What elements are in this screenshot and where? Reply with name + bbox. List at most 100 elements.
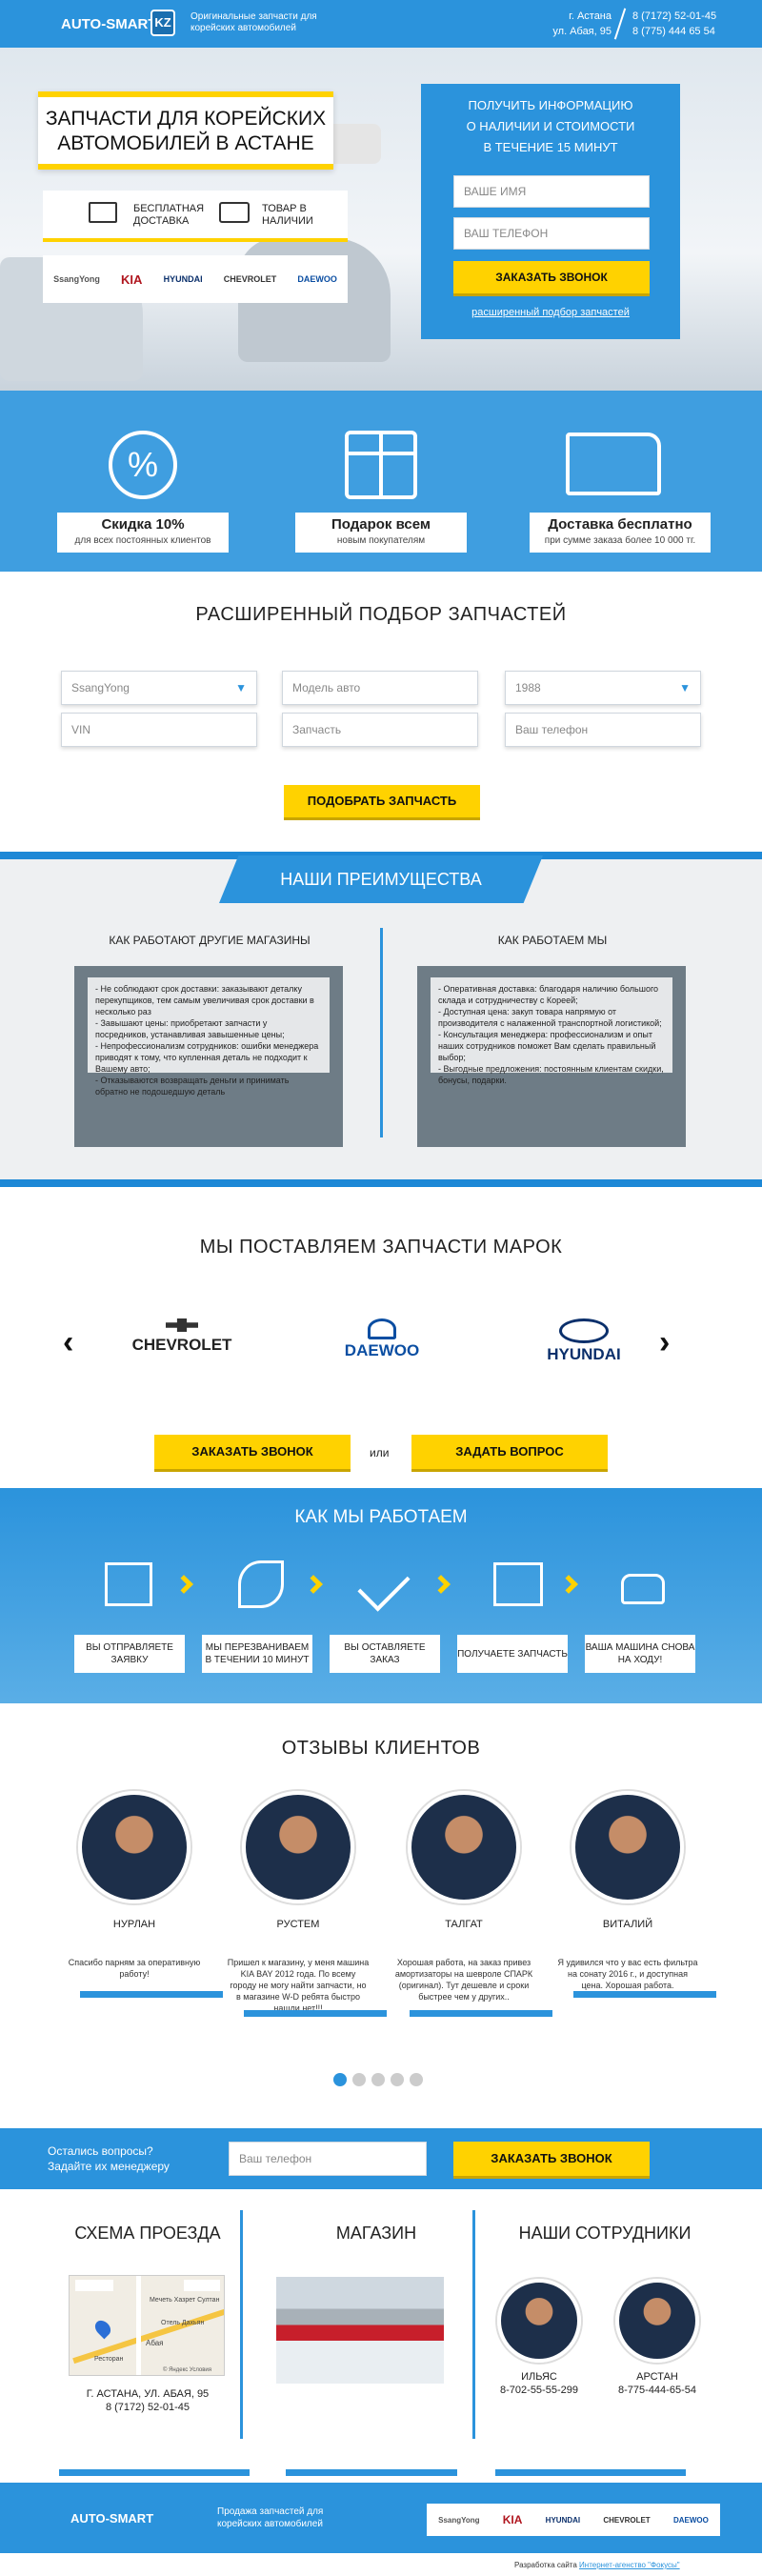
footer-tagline: Продажа запчастей для корейских автомобил… xyxy=(217,2506,324,2529)
review-text: Я удивился что у вас есть фильтра на сон… xyxy=(557,1958,698,1990)
map-pin-icon[interactable] xyxy=(91,2317,114,2340)
brand-logo-ssangyong: SsangYong xyxy=(438,2515,480,2525)
cta-call-button[interactable]: ЗАКАЗАТЬ ЗВОНОК xyxy=(453,2142,650,2176)
map-title: СХЕМА ПРОЕЗДА xyxy=(74,2224,221,2243)
avatar xyxy=(408,1791,520,1903)
carousel-dot[interactable] xyxy=(352,2073,366,2086)
brands-call-button[interactable]: ЗАКАЗАТЬ ЗВОНОК xyxy=(154,1435,351,1469)
review-name: ВИТАЛИЙ xyxy=(602,1919,653,1930)
brand-select[interactable]: SsangYong ▼ xyxy=(61,671,257,705)
carousel-dot-active[interactable] xyxy=(333,2073,347,2086)
carousel-dot[interactable] xyxy=(391,2073,404,2086)
chevron-down-icon: ▼ xyxy=(235,681,247,694)
perk-in-stock: ТОВАР В НАЛИЧИИ xyxy=(262,203,313,227)
brand-logo-hyundai: HYUNDAI xyxy=(545,2515,581,2525)
header-divider xyxy=(613,8,627,40)
map-label: Отель Дахьян xyxy=(161,2320,205,2326)
step-3: ВЫ ОСТАВЛЯЕТЕ ЗАКАЗ xyxy=(330,1635,440,1673)
others-box: - Не соблюдают срок доставки: заказывают… xyxy=(74,966,343,1147)
advantages-title: НАШИ ПРЕИМУЩЕСТВА xyxy=(219,855,543,903)
review-name: ТАЛГАТ xyxy=(445,1919,483,1930)
staff-member: ИЛЬЯС 8-702-55-55-299 xyxy=(500,2371,578,2396)
review-name: НУРЛАН xyxy=(112,1919,156,1930)
feature-card-discount: Скидка 10% для всех постоянных клиентов xyxy=(57,513,229,553)
or-label: или xyxy=(370,1446,390,1459)
review-name: РУСТЕМ xyxy=(276,1919,320,1930)
review-text: Пришел к магазину, у меня машина KIA BAY… xyxy=(227,1958,370,2013)
advanced-search-link[interactable]: расширенный подбор запчастей xyxy=(421,307,680,318)
hero-callback-form: ПОЛУЧИТЬ ИНФОРМАЦИЮ О НАЛИЧИИ И СТОИМОСТ… xyxy=(421,84,680,339)
hyundai-icon xyxy=(559,1318,609,1343)
year-select[interactable]: 1988 ▼ xyxy=(505,671,701,705)
daewoo-icon xyxy=(368,1318,396,1339)
footer-logo[interactable]: AUTO-SMART xyxy=(70,2511,153,2526)
staff-title: НАШИ СОТРУДНИКИ xyxy=(518,2224,692,2243)
order-call-button[interactable]: ЗАКАЗАТЬ ЗВОНОК xyxy=(453,261,650,293)
chevron-down-icon: ▼ xyxy=(679,681,691,694)
map-layer-control[interactable] xyxy=(75,2280,113,2291)
perk-delivery: БЕСПЛАТНАЯ ДОСТАВКА xyxy=(133,203,205,227)
staff-avatar xyxy=(615,2279,699,2363)
map-widget[interactable]: Абая Мечеть Хазрет Султан Отель Дахьян Р… xyxy=(69,2275,225,2376)
header-phone-2[interactable]: 8 (775) 444 65 54 xyxy=(632,26,715,37)
shop-title: МАГАЗИН xyxy=(335,2224,417,2243)
carousel-dot[interactable] xyxy=(410,2073,423,2086)
avatar xyxy=(78,1791,190,1903)
cta-bar: Остались вопросы? Задайте их менеджеру Ва… xyxy=(0,2128,762,2189)
box-icon xyxy=(493,1562,543,1606)
header-phone-1[interactable]: 8 (7172) 52-01-45 xyxy=(632,10,716,22)
map-label: Абая xyxy=(146,2339,164,2347)
site-footer: AUTO-SMART Продажа запчастей для корейски… xyxy=(0,2483,762,2553)
hero-title-line-1: ЗАПЧАСТИ ДЛЯ КОРЕЙСКИХ xyxy=(45,108,327,130)
step-5: ВАША МАШИНА СНОВА НА ХОДУ! xyxy=(585,1635,695,1673)
map-label: Ресторан xyxy=(94,2356,124,2363)
step-4: ПОЛУЧАЕТЕ ЗАПЧАСТЬ xyxy=(457,1635,568,1673)
brand-logo-hyundai: HYUNDAI xyxy=(163,274,203,284)
find-part-button[interactable]: ПОДОБРАТЬ ЗАПЧАСТЬ xyxy=(284,785,480,817)
column-divider xyxy=(472,2210,475,2439)
model-input[interactable]: Модель авто xyxy=(282,671,478,705)
review-bar xyxy=(244,2010,387,2017)
features-section: % Скидка 10% для всех постоянных клиентов… xyxy=(0,391,762,572)
car-icon xyxy=(621,1574,665,1604)
step-2: МЫ ПЕРЕЗВАНИВАЕМ В ТЕЧЕНИИ 10 МИНУТ xyxy=(202,1635,312,1673)
logo-text[interactable]: AUTO-SMART xyxy=(61,16,157,32)
carousel-prev-arrow[interactable]: ‹ xyxy=(63,1324,73,1361)
part-input[interactable]: Запчасть xyxy=(282,713,478,747)
cta-phone-input[interactable]: Ваш телефон xyxy=(229,2142,427,2176)
brand-logo-kia: KIA xyxy=(121,272,143,287)
header-tagline: Оригинальные запчасти для корейских авто… xyxy=(190,11,317,33)
map-footer: © Яндекс Условия xyxy=(163,2367,212,2373)
brand-logo-chevrolet: CHEVROLET xyxy=(223,274,277,284)
truck-icon xyxy=(566,433,661,495)
edit-icon xyxy=(105,1562,152,1606)
staff-avatar xyxy=(497,2279,581,2363)
percent-icon: % xyxy=(109,431,177,499)
search-section-title: РАСШИРЕННЫЙ ПОДБОР ЗАПЧАСТЕЙ xyxy=(195,604,567,625)
name-input[interactable]: ВАШЕ ИМЯ xyxy=(453,175,650,208)
search-phone-input[interactable]: Ваш телефон xyxy=(505,713,701,747)
ask-question-button[interactable]: ЗАДАТЬ ВОПРОС xyxy=(411,1435,608,1469)
card-icon xyxy=(219,202,250,223)
staff-member: АРСТАН 8-775-444-65-54 xyxy=(618,2371,696,2396)
header-city: г. Астана xyxy=(569,10,612,22)
developer-credit: Разработка сайта Интернет-агенство "Фоку… xyxy=(514,2561,680,2569)
section-stripe xyxy=(0,1179,762,1187)
ours-title: КАК РАБОТАЕМ МЫ xyxy=(497,934,608,947)
avatar xyxy=(572,1791,684,1903)
brand-chevrolet: CHEVROLET xyxy=(120,1318,244,1355)
form-title-line-1: ПОЛУЧИТЬ ИНФОРМАЦИЮ xyxy=(468,98,633,112)
vin-input[interactable]: VIN xyxy=(61,713,257,747)
brand-hyundai: HYUNDAI xyxy=(522,1318,646,1364)
developer-link[interactable]: Интернет-агенство "Фокусы" xyxy=(579,2561,680,2569)
map-toolbar[interactable] xyxy=(184,2280,220,2291)
carousel-next-arrow[interactable]: › xyxy=(659,1324,670,1361)
others-title: КАК РАБОТАЮТ ДРУГИЕ МАГАЗИНЫ xyxy=(109,934,311,947)
section-stripe xyxy=(286,2469,457,2476)
hero-brand-logos: SsangYong KIA HYUNDAI CHEVROLET DAEWOO xyxy=(43,255,348,303)
carousel-dot[interactable] xyxy=(371,2073,385,2086)
avatar xyxy=(242,1791,354,1903)
phone-input[interactable]: ВАШ ТЕЛЕФОН xyxy=(453,217,650,250)
feature-card-delivery: Доставка бесплатно при сумме заказа более… xyxy=(530,513,711,553)
truck-icon xyxy=(89,202,117,223)
